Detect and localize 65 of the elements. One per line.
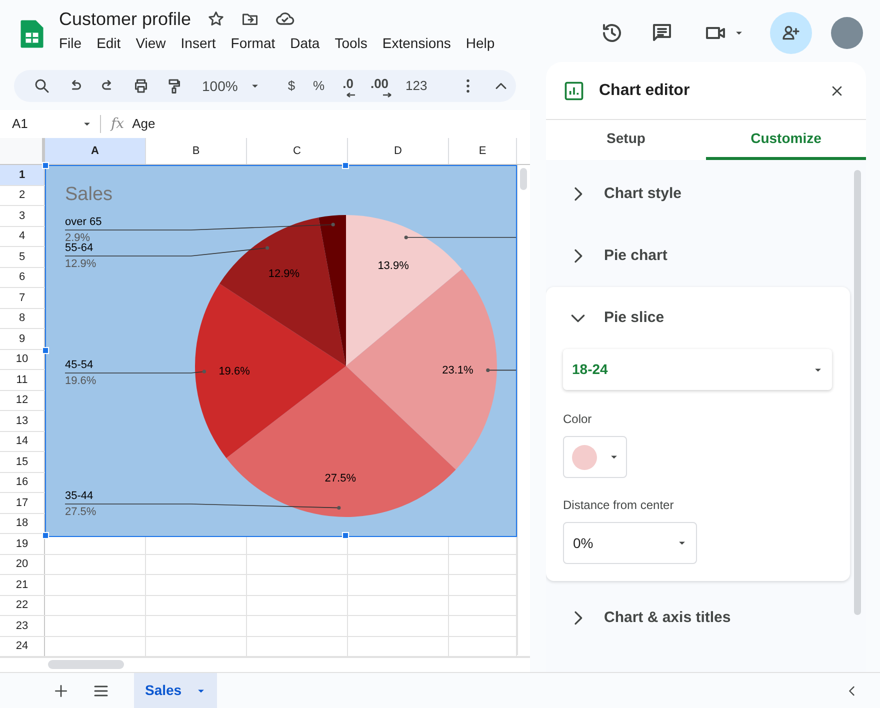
- resize-handle[interactable]: [42, 347, 49, 354]
- legend-percent: 2.9%: [65, 232, 90, 244]
- legend-label: over 65: [65, 216, 102, 228]
- resize-handle[interactable]: [342, 532, 349, 539]
- name-box[interactable]: A1: [0, 114, 100, 134]
- avatar[interactable]: [831, 17, 863, 49]
- menu-item[interactable]: Tools: [334, 34, 368, 52]
- arrow-left-icon: [346, 92, 356, 98]
- slice-select[interactable]: 18-24: [563, 349, 832, 390]
- zoom-select[interactable]: 100%: [202, 76, 260, 96]
- color-picker[interactable]: [563, 436, 627, 478]
- field-label: Color: [563, 411, 593, 428]
- format-button[interactable]: 123: [406, 76, 428, 96]
- search-icon[interactable]: [33, 77, 51, 95]
- arrow-right-icon: [382, 92, 392, 98]
- increase-decimal-button[interactable]: .00: [370, 74, 389, 98]
- resize-handle[interactable]: [42, 532, 49, 539]
- legend-percent: 19.6%: [65, 375, 96, 387]
- legend-label: 55-64: [65, 242, 94, 254]
- leader-line: [486, 368, 516, 372]
- column-header[interactable]: A: [45, 138, 146, 164]
- pie-slice[interactable]: [195, 284, 346, 458]
- pie-chart[interactable]: 13.9% 23.1% 27.5% 19.6% 12.9% Sales over 65 2.9% 55-64 12.9% 45-54 19.6% 35-44 27.5%: [45, 165, 517, 537]
- legend-label: 45-54: [65, 359, 94, 371]
- menu-item[interactable]: Extensions: [382, 34, 451, 52]
- menu-item[interactable]: View: [136, 34, 166, 52]
- legend-percent: 12.9%: [65, 258, 96, 270]
- section-header[interactable]: Chart style: [546, 163, 850, 225]
- distance-select[interactable]: 0%: [563, 522, 697, 564]
- menu-item[interactable]: Help: [466, 34, 495, 52]
- data-label: 23.1%: [442, 364, 474, 376]
- menu-item[interactable]: Edit: [96, 34, 121, 52]
- add-sheet-icon[interactable]: [53, 682, 69, 698]
- section-header[interactable]: Chart & axis titles: [546, 587, 850, 649]
- field-label: Distance from center: [563, 497, 675, 514]
- formula-field[interactable]: Age: [132, 114, 156, 134]
- menu-item[interactable]: File: [59, 34, 82, 52]
- document-title[interactable]: Customer profile: [59, 8, 192, 30]
- resize-handle[interactable]: [42, 162, 49, 169]
- row-header[interactable]: 1: [0, 165, 45, 184]
- menu-item[interactable]: Data: [290, 34, 320, 52]
- format-button[interactable]: %: [313, 76, 325, 96]
- data-label: 27.5%: [324, 472, 356, 485]
- resize-handle[interactable]: [342, 162, 349, 169]
- format-button[interactable]: $: [288, 76, 296, 96]
- data-label: 13.9%: [378, 260, 409, 272]
- chart-icon: [563, 80, 585, 102]
- menu-item[interactable]: Format: [230, 34, 276, 52]
- share-button[interactable]: [770, 12, 812, 54]
- legend-label: 35-44: [65, 490, 94, 502]
- sheet-tab[interactable]: Sales: [134, 672, 217, 708]
- section-header[interactable]: Pie slice: [546, 287, 850, 349]
- data-label: 19.6%: [218, 365, 250, 378]
- history-icon[interactable]: [600, 21, 624, 45]
- panel-title: Chart editor: [599, 80, 690, 100]
- legend-percent: 27.5%: [65, 506, 96, 518]
- star-icon[interactable]: [207, 10, 226, 28]
- function-icon: fx: [111, 114, 124, 134]
- menu-item[interactable]: Insert: [180, 34, 216, 52]
- decrease-decimal-button[interactable]: .0: [342, 74, 354, 98]
- printer-icon[interactable]: [132, 77, 150, 95]
- pie-slice[interactable]: [220, 218, 346, 366]
- tab[interactable]: Setup: [546, 120, 706, 160]
- section-header[interactable]: Pie chart: [546, 225, 850, 287]
- data-label: 12.9%: [268, 268, 300, 280]
